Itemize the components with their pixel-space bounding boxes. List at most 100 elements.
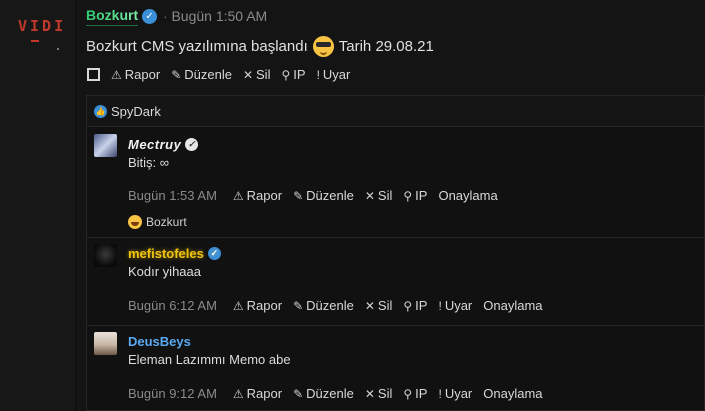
approve-button[interactable]: Onaylama bbox=[483, 386, 542, 401]
comments-panel: 👍 SpyDark Mectruy ✓ Bitiş: ∞ Bugün 1:53 … bbox=[86, 95, 705, 411]
ip-label: IP bbox=[415, 298, 428, 313]
close-icon: ✕ bbox=[364, 298, 375, 313]
post-timestamp[interactable]: Bugün 1:50 AM bbox=[171, 8, 267, 24]
search-icon: ⚲ bbox=[403, 386, 413, 401]
pencil-icon: ✎ bbox=[293, 188, 304, 203]
verified-icon: ✓ bbox=[185, 138, 199, 151]
ip-button[interactable]: ⚲ IP bbox=[403, 298, 427, 313]
post-header: Bozkurt ✓ · Bugün 1:50 AM bbox=[86, 7, 267, 26]
delete-label: Sil bbox=[377, 188, 393, 203]
edit-label: Düzenle bbox=[184, 67, 232, 82]
ip-button[interactable]: ⚲ IP bbox=[281, 67, 305, 82]
report-button[interactable]: ⚠ Rapor bbox=[233, 188, 282, 203]
comment-author-name: mefistofeles bbox=[128, 246, 204, 261]
alert-icon: ! bbox=[438, 298, 442, 313]
vidi-logo[interactable]: VIDI bbox=[18, 17, 66, 35]
approve-button[interactable]: Onaylama bbox=[438, 188, 497, 203]
author-sidebar: VIDI bbox=[0, 0, 76, 411]
comment-author-link[interactable]: DeusBeys bbox=[128, 334, 191, 349]
comment-timestamp[interactable]: Bugün 1:53 AM bbox=[128, 188, 217, 203]
thread-view: VIDI Bozkurt ✓ · Bugün 1:50 AM Bozkurt C… bbox=[0, 0, 705, 411]
warn-button[interactable]: ! Uyar bbox=[438, 386, 472, 401]
post-author-link[interactable]: Bozkurt bbox=[86, 7, 138, 23]
verified-icon: ✓ bbox=[142, 8, 158, 24]
comment-actions: Bugün 9:12 AM ⚠ Rapor ✎ Düzenle ✕ Sil ⚲ IP !… bbox=[128, 386, 554, 401]
report-button[interactable]: ⚠ Rapor bbox=[233, 298, 282, 313]
likes-names-link[interactable]: SpyDark bbox=[111, 104, 161, 119]
avatar[interactable] bbox=[94, 332, 117, 355]
reaction-summary[interactable]: Bozkurt bbox=[128, 215, 187, 229]
edit-label: Düzenle bbox=[306, 298, 354, 313]
post-text-before: Bozkurt CMS yazılımına başlandı bbox=[86, 38, 308, 55]
pencil-icon: ✎ bbox=[293, 298, 304, 313]
delete-button[interactable]: ✕ Sil bbox=[365, 188, 393, 203]
delete-label: Sil bbox=[377, 298, 393, 313]
comment-actions: Bugün 6:12 AM ⚠ Rapor ✎ Düzenle ✕ Sil ⚲ IP !… bbox=[128, 298, 554, 313]
delete-button[interactable]: ✕ Sil bbox=[365, 298, 393, 313]
select-checkbox[interactable] bbox=[87, 68, 100, 81]
search-icon: ⚲ bbox=[403, 298, 413, 313]
edit-label: Düzenle bbox=[306, 188, 354, 203]
avatar-indicator bbox=[57, 48, 59, 50]
search-icon: ⚲ bbox=[403, 188, 413, 203]
report-label: Rapor bbox=[246, 298, 283, 313]
warning-icon: ⚠ bbox=[232, 188, 244, 203]
header-separator: · bbox=[163, 8, 168, 24]
comment-author-link[interactable]: Mectruy ✓ bbox=[128, 137, 199, 152]
warn-button[interactable]: ! Uyar bbox=[317, 67, 351, 82]
warning-icon: ⚠ bbox=[232, 386, 244, 401]
reaction-user: Bozkurt bbox=[146, 215, 187, 229]
alert-icon: ! bbox=[316, 67, 320, 82]
edit-button[interactable]: ✎ Düzenle bbox=[293, 298, 354, 313]
warn-label: Uyar bbox=[444, 386, 473, 401]
comment-item: mefistofeles ✓ Kodır yihaaa Bugün 6:12 A… bbox=[87, 238, 704, 326]
edit-button[interactable]: ✎ Düzenle bbox=[171, 67, 232, 82]
post-body: Bozkurt CMS yazılımına başlandı Tarih 29… bbox=[86, 36, 434, 57]
ip-button[interactable]: ⚲ IP bbox=[403, 188, 427, 203]
warning-icon: ⚠ bbox=[232, 298, 244, 313]
logo-underline bbox=[31, 40, 39, 42]
ip-label: IP bbox=[415, 386, 428, 401]
comment-timestamp[interactable]: Bugün 6:12 AM bbox=[128, 298, 217, 313]
comment-author-name: DeusBeys bbox=[128, 334, 191, 349]
comment-item: Mectruy ✓ Bitiş: ∞ Bugün 1:53 AM ⚠ Rapor … bbox=[87, 127, 704, 238]
close-icon: ✕ bbox=[364, 188, 375, 203]
ip-button[interactable]: ⚲ IP bbox=[403, 386, 427, 401]
comment-text: Bitiş: ∞ bbox=[128, 155, 170, 170]
delete-label: Sil bbox=[256, 67, 271, 82]
comment-actions: Bugün 1:53 AM ⚠ Rapor ✎ Düzenle ✕ Sil ⚲ IP O… bbox=[128, 188, 509, 203]
close-icon: ✕ bbox=[364, 386, 375, 401]
warn-label: Uyar bbox=[444, 298, 473, 313]
ip-label: IP bbox=[415, 188, 428, 203]
pencil-icon: ✎ bbox=[171, 67, 182, 82]
report-label: Rapor bbox=[246, 188, 283, 203]
likes-bar: 👍 SpyDark bbox=[87, 96, 704, 127]
report-button[interactable]: ⚠ Rapor bbox=[111, 67, 160, 82]
comment-author-name: Mectruy bbox=[128, 137, 182, 152]
verified-icon: ✓ bbox=[207, 247, 221, 260]
post-text-after: Tarih 29.08.21 bbox=[338, 38, 434, 55]
delete-button[interactable]: ✕ Sil bbox=[243, 67, 271, 82]
comment-author-link[interactable]: mefistofeles ✓ bbox=[128, 246, 221, 261]
comment-item: DeusBeys Eleman Lazımmı Memo abe Bugün 9… bbox=[87, 326, 704, 411]
laughing-emoji-icon bbox=[128, 215, 142, 229]
delete-button[interactable]: ✕ Sil bbox=[365, 386, 393, 401]
report-button[interactable]: ⚠ Rapor bbox=[233, 386, 282, 401]
avatar[interactable] bbox=[94, 244, 117, 267]
pencil-icon: ✎ bbox=[293, 386, 304, 401]
warn-button[interactable]: ! Uyar bbox=[438, 298, 472, 313]
avatar[interactable] bbox=[94, 134, 117, 157]
close-icon: ✕ bbox=[242, 67, 254, 82]
edit-button[interactable]: ✎ Düzenle bbox=[293, 188, 354, 203]
comment-text: Kodır yihaaa bbox=[128, 264, 201, 279]
comment-timestamp[interactable]: Bugün 9:12 AM bbox=[128, 386, 217, 401]
warning-icon: ⚠ bbox=[111, 67, 122, 82]
edit-button[interactable]: ✎ Düzenle bbox=[293, 386, 354, 401]
thumbs-up-icon: 👍 bbox=[94, 104, 107, 118]
report-label: Rapor bbox=[124, 67, 161, 82]
ip-label: IP bbox=[293, 67, 306, 82]
approve-button[interactable]: Onaylama bbox=[483, 298, 542, 313]
search-icon: ⚲ bbox=[281, 67, 291, 82]
delete-label: Sil bbox=[377, 386, 393, 401]
alert-icon: ! bbox=[438, 386, 442, 401]
